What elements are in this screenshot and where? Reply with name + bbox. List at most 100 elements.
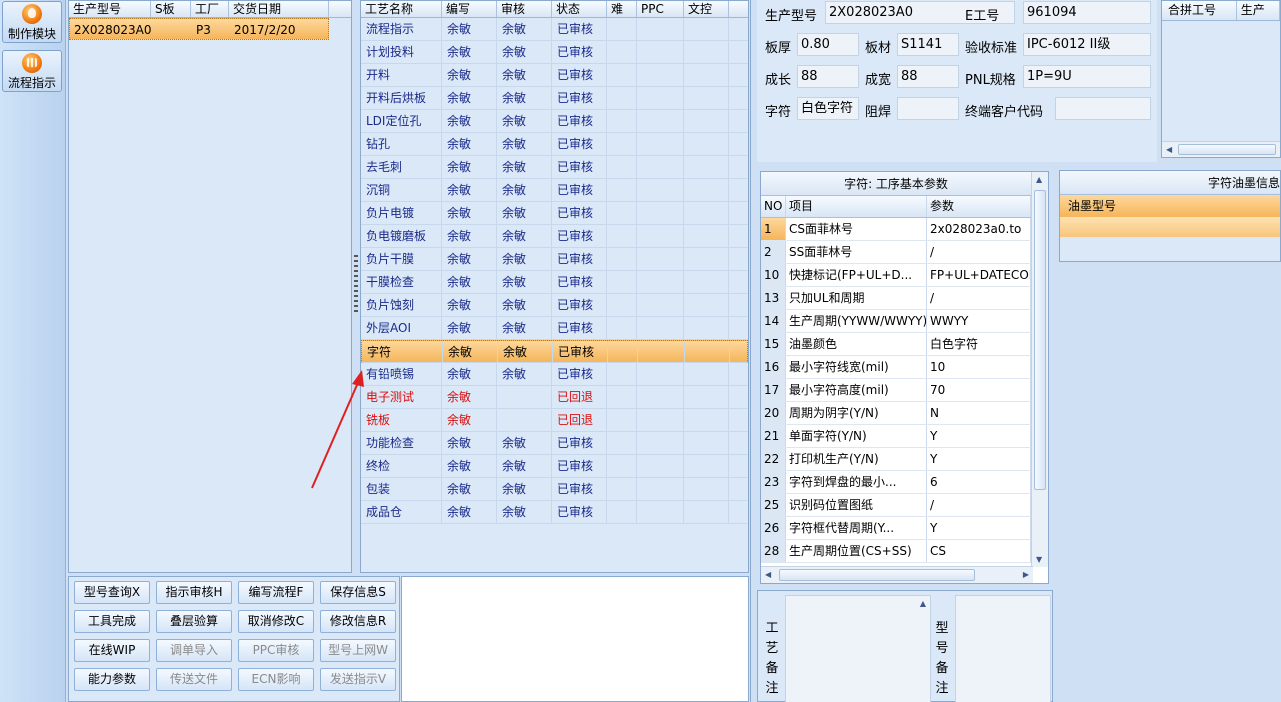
process-row[interactable]: 开料后烘板 余敏 余敏 已审核 [361,87,748,110]
flow-guide-button[interactable]: 流程指示 [2,50,62,92]
col-doc-control[interactable]: 文控 [684,1,729,17]
char-field[interactable]: 白色字符 [797,97,859,120]
width-field[interactable]: 88 [897,65,959,88]
ink-model-column[interactable]: 油墨型号 [1060,195,1280,217]
model-row[interactable]: 2X028023A0 P3 2017/2/20 [69,18,329,40]
cell-no: 2 [761,241,786,263]
params-vscroll-thumb[interactable] [1034,190,1046,490]
process-row[interactable]: 负片干膜 余敏 余敏 已审核 [361,248,748,271]
col-item[interactable]: 项目 [786,196,927,217]
process-row[interactable]: 成品仓 余敏 余敏 已审核 [361,501,748,524]
customer-field[interactable] [1055,97,1151,120]
col-model[interactable]: 生产型号 [69,1,151,17]
col-difficulty[interactable]: 难 [607,1,637,17]
col-ppc[interactable]: PPC [637,1,684,17]
modify-info-button[interactable]: 修改信息R [320,610,396,633]
process-row[interactable]: 干膜检查 余敏 余敏 已审核 [361,271,748,294]
process-row[interactable]: 负电镀磨板 余敏 余敏 已审核 [361,225,748,248]
process-row[interactable]: 终检 余敏 余敏 已审核 [361,455,748,478]
col-status[interactable]: 状态 [552,1,607,17]
param-row[interactable]: 28 生产周期位置(CS+SS) CS [761,540,1031,563]
process-row[interactable]: 外层AOI 余敏 余敏 已审核 [361,317,748,340]
ink-row[interactable] [1060,217,1280,237]
merge-hscroll[interactable]: ◀ [1162,141,1280,157]
ppc-review-button[interactable]: PPC审核 [238,639,314,662]
process-row[interactable]: 开料 余敏 余敏 已审核 [361,64,748,87]
params-hscroll-thumb[interactable] [779,569,975,581]
col-delivery[interactable]: 交货日期 [229,1,329,17]
mask-field[interactable] [897,97,959,120]
thickness-field[interactable]: 0.80 [797,33,859,56]
param-row[interactable]: 16 最小字符线宽(mil) 10 [761,356,1031,379]
import-sheet-button[interactable]: 调单导入 [156,639,232,662]
process-row[interactable]: 铣板 余敏 已回退 [361,409,748,432]
send-guide-button[interactable]: 发送指示V [320,668,396,691]
params-vscroll[interactable]: ▲ ▼ [1031,172,1048,567]
stack-calc-button[interactable]: 叠层验算 [156,610,232,633]
make-module-button[interactable]: 制作模块 [2,1,62,43]
capability-button[interactable]: 能力参数 [74,668,150,691]
param-row[interactable]: 21 单面字符(Y/N) Y [761,425,1031,448]
param-row[interactable]: 14 生产周期(YYWW/WWYY) WWYY [761,310,1031,333]
send-file-button[interactable]: 传送文件 [156,668,232,691]
process-row[interactable]: 钻孔 余敏 余敏 已审核 [361,133,748,156]
scroll-left-icon[interactable]: ◀ [765,570,771,579]
col-no[interactable]: NO [761,196,786,217]
ecn-impact-button[interactable]: ECN影响 [238,668,314,691]
scroll-down-icon[interactable]: ▼ [1036,555,1042,564]
process-remark-box[interactable]: ▲ [785,595,931,702]
col-factory[interactable]: 工厂 [191,1,229,17]
param-row[interactable]: 26 字符框代替周期(Y... Y [761,517,1031,540]
param-row[interactable]: 22 打印机生产(Y/N) Y [761,448,1031,471]
edit-flow-button[interactable]: 编写流程F [238,581,314,604]
param-row[interactable]: 15 油墨颜色 白色字符 [761,333,1031,356]
process-row[interactable]: 流程指示 余敏 余敏 已审核 [361,18,748,41]
param-row[interactable]: 13 只加UL和周期 / [761,287,1031,310]
process-row[interactable]: 电子测试 余敏 已回退 [361,386,748,409]
param-row[interactable]: 20 周期为阴字(Y/N) N [761,402,1031,425]
standard-field[interactable]: IPC-6012 II级 [1023,33,1151,56]
process-row[interactable]: 负片蚀刻 余敏 余敏 已审核 [361,294,748,317]
model-remark-box[interactable] [955,595,1051,702]
param-row[interactable]: 1 CS面菲林号 2x028023a0.to [761,218,1031,241]
col-merge-no[interactable]: 合拼工号 [1162,1,1237,20]
param-row[interactable]: 2 SS面菲林号 / [761,241,1031,264]
scroll-up-icon[interactable]: ▲ [920,599,926,608]
online-wip-button[interactable]: 在线WIP [74,639,150,662]
length-field[interactable]: 88 [797,65,859,88]
params-hscroll[interactable]: ◀ ▶ [761,566,1033,583]
scroll-right-icon[interactable]: ▶ [1023,570,1029,579]
scroll-left-icon[interactable]: ◀ [1166,145,1172,154]
make-module-label: 制作模块 [7,27,56,41]
model-online-button[interactable]: 型号上网W [320,639,396,662]
process-row[interactable]: 负片电镀 余敏 余敏 已审核 [361,202,748,225]
process-row[interactable]: LDI定位孔 余敏 余敏 已审核 [361,110,748,133]
param-row[interactable]: 23 字符到焊盘的最小... 6 [761,471,1031,494]
merge-hscroll-thumb[interactable] [1178,144,1276,155]
col-value[interactable]: 参数 [927,196,1031,217]
pnl-field[interactable]: 1P=9U [1023,65,1151,88]
col-process-name[interactable]: 工艺名称 [361,1,442,17]
model-query-button[interactable]: 型号查询X [74,581,150,604]
guide-review-button[interactable]: 指示审核H [156,581,232,604]
col-production[interactable]: 生产 [1237,1,1280,20]
col-s-board[interactable]: S板 [151,1,191,17]
col-writer[interactable]: 编写 [442,1,497,17]
save-info-button[interactable]: 保存信息S [320,581,396,604]
scroll-up-icon[interactable]: ▲ [1036,175,1042,184]
process-row[interactable]: 有铅喷锡 余敏 余敏 已审核 [361,363,748,386]
param-row[interactable]: 17 最小字符高度(mil) 70 [761,379,1031,402]
process-row[interactable]: 计划投料 余敏 余敏 已审核 [361,41,748,64]
tool-done-button[interactable]: 工具完成 [74,610,150,633]
param-row[interactable]: 25 识别码位置图纸 / [761,494,1031,517]
process-row[interactable]: 去毛刺 余敏 余敏 已审核 [361,156,748,179]
param-row[interactable]: 10快捷标记(FP+UL+D...FP+UL+DATECODE [761,264,1031,287]
e-number-field[interactable]: 961094 [1023,1,1151,24]
process-row[interactable]: 字符 余敏 余敏 已审核 [361,340,748,363]
cancel-edit-button[interactable]: 取消修改C [238,610,314,633]
material-field[interactable]: S1141 [897,33,959,56]
col-reviewer[interactable]: 审核 [497,1,552,17]
process-row[interactable]: 功能检查 余敏 余敏 已审核 [361,432,748,455]
process-row[interactable]: 沉铜 余敏 余敏 已审核 [361,179,748,202]
process-row[interactable]: 包装 余敏 余敏 已审核 [361,478,748,501]
